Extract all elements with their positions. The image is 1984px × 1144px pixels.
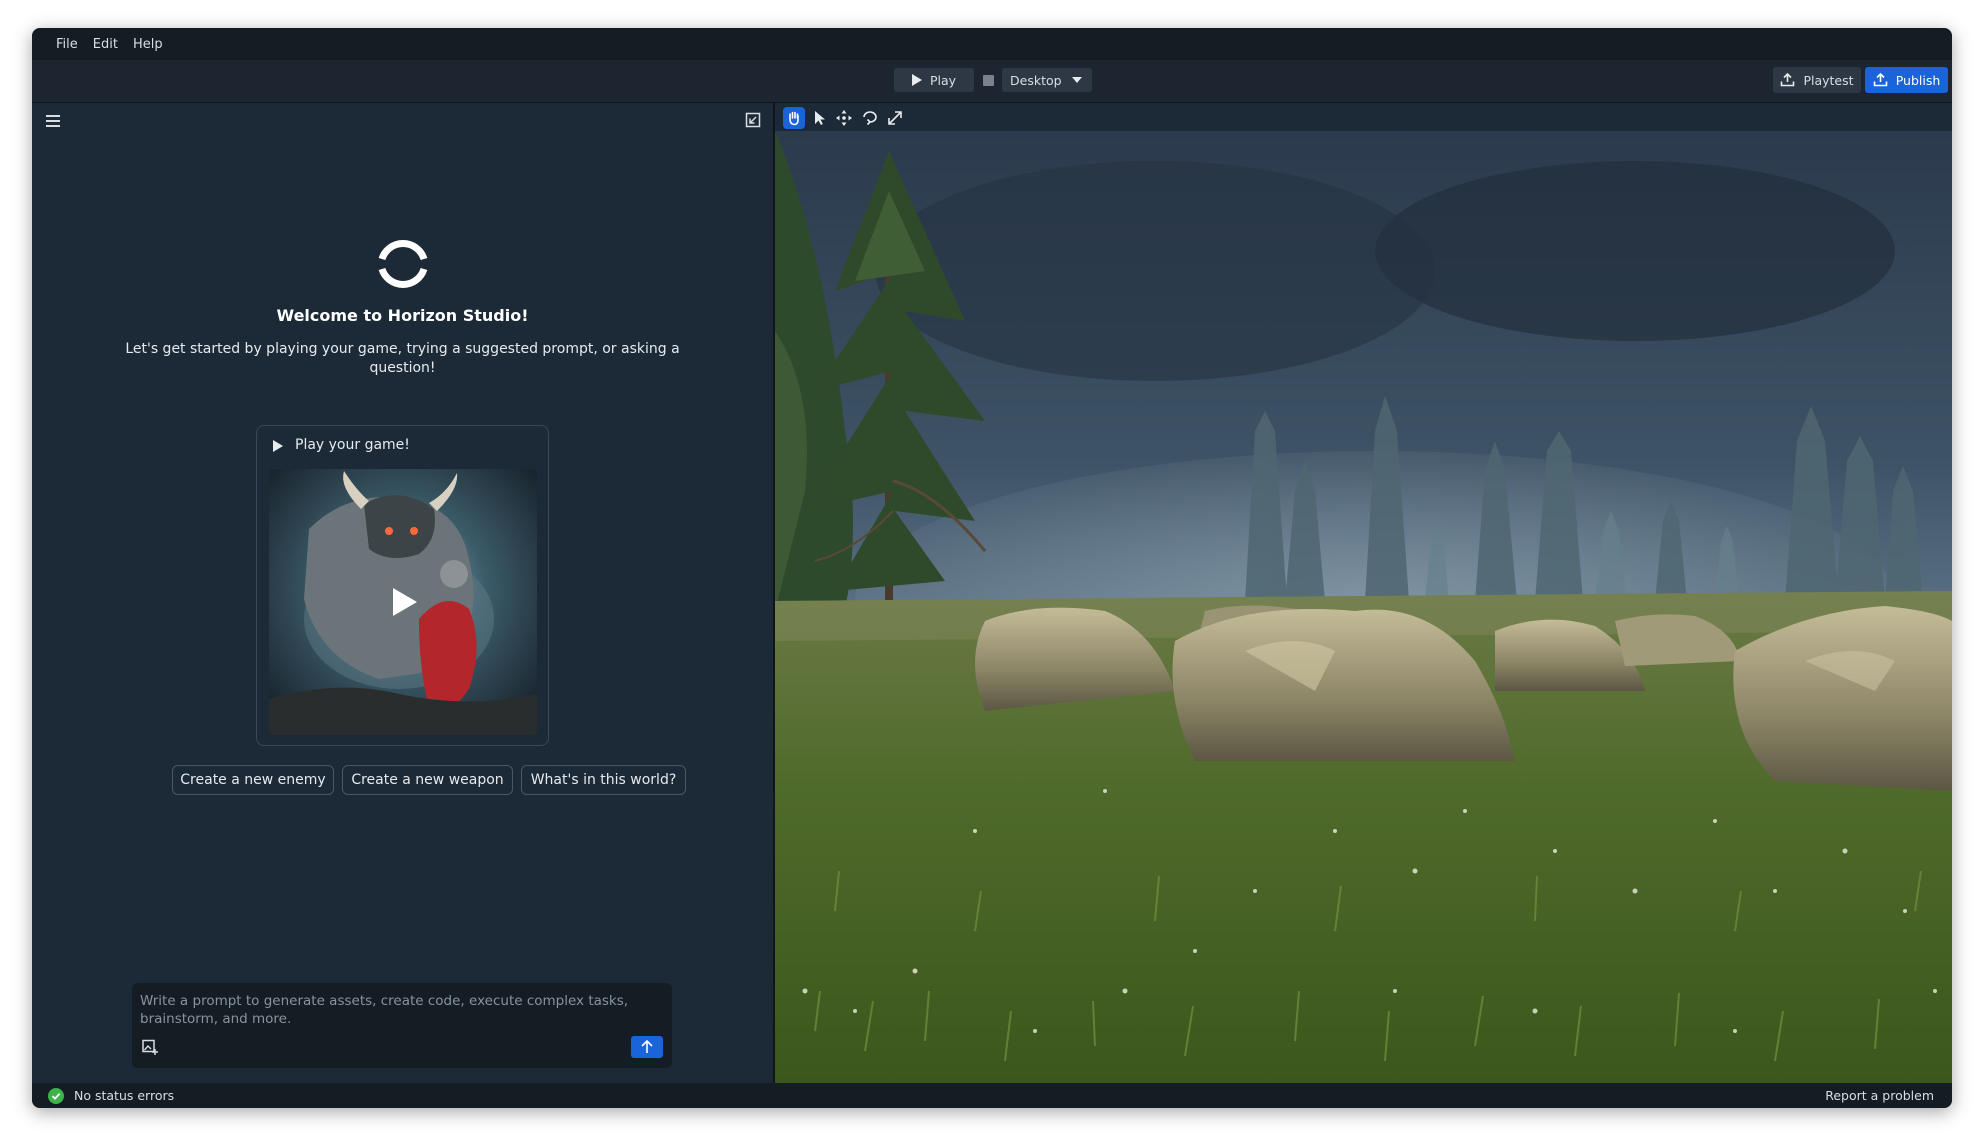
send-button[interactable] — [631, 1036, 663, 1058]
top-toolbar: Play Desktop Playtest Publish — [32, 60, 1952, 103]
menu-help[interactable]: Help — [133, 37, 163, 52]
prompt-placeholder[interactable]: Write a prompt to generate assets, creat… — [140, 992, 630, 1028]
horizon-logo — [378, 240, 428, 288]
game-thumbnail[interactable] — [269, 469, 537, 735]
publish-button[interactable]: Publish — [1865, 67, 1948, 93]
playtest-label: Playtest — [1803, 72, 1854, 88]
collapse-panel-icon[interactable] — [745, 112, 761, 128]
menu-file[interactable]: File — [56, 37, 78, 52]
chip-whats-in-world[interactable]: What's in this world? — [521, 765, 686, 795]
game-viewport[interactable] — [775, 131, 1952, 1083]
card-title: Play your game! — [295, 437, 410, 453]
play-icon — [911, 74, 922, 86]
welcome-title: Welcome to Horizon Studio! — [276, 306, 529, 325]
play-icon — [273, 440, 283, 452]
stop-icon[interactable] — [983, 75, 994, 86]
publish-label: Publish — [1895, 72, 1941, 88]
publish-icon — [1873, 73, 1888, 87]
image-add-icon[interactable] — [142, 1039, 158, 1055]
scene-render — [775, 131, 1952, 1083]
assistant-panel: Welcome to Horizon Studio! Let's get sta… — [32, 103, 773, 1083]
app-window: File Edit Help Play Desktop Playtest Pub… — [32, 28, 1952, 1108]
welcome-subtitle: Let's get started by playing your game, … — [125, 341, 680, 376]
report-problem-link[interactable]: Report a problem — [1825, 1088, 1934, 1103]
rotate-icon[interactable] — [859, 107, 881, 129]
play-button[interactable]: Play — [894, 68, 974, 92]
device-select-label: Desktop — [1010, 72, 1062, 88]
menu-bar: File Edit Help — [32, 28, 1952, 60]
status-text: No status errors — [74, 1088, 175, 1103]
move-icon[interactable] — [833, 107, 855, 129]
upload-icon — [1781, 73, 1795, 87]
device-select[interactable]: Desktop — [1002, 68, 1092, 92]
hamburger-icon[interactable] — [46, 115, 60, 127]
scale-icon[interactable] — [884, 107, 906, 129]
play-label: Play — [929, 72, 957, 88]
menu-edit[interactable]: Edit — [93, 37, 118, 52]
status-bar: No status errors Report a problem — [32, 1083, 1952, 1108]
prompt-input[interactable]: Write a prompt to generate assets, creat… — [132, 983, 672, 1068]
hand-icon[interactable] — [783, 107, 805, 129]
chip-create-enemy[interactable]: Create a new enemy — [172, 765, 334, 795]
cursor-icon[interactable] — [808, 107, 830, 129]
play-game-card[interactable]: Play your game! — [256, 425, 549, 746]
chevron-down-icon — [1072, 77, 1082, 83]
playtest-button[interactable]: Playtest — [1773, 67, 1861, 93]
check-circle-icon — [48, 1088, 64, 1104]
viewport-toolbar — [775, 103, 1952, 131]
arrow-up-icon — [641, 1039, 653, 1053]
chip-create-weapon[interactable]: Create a new weapon — [342, 765, 513, 795]
